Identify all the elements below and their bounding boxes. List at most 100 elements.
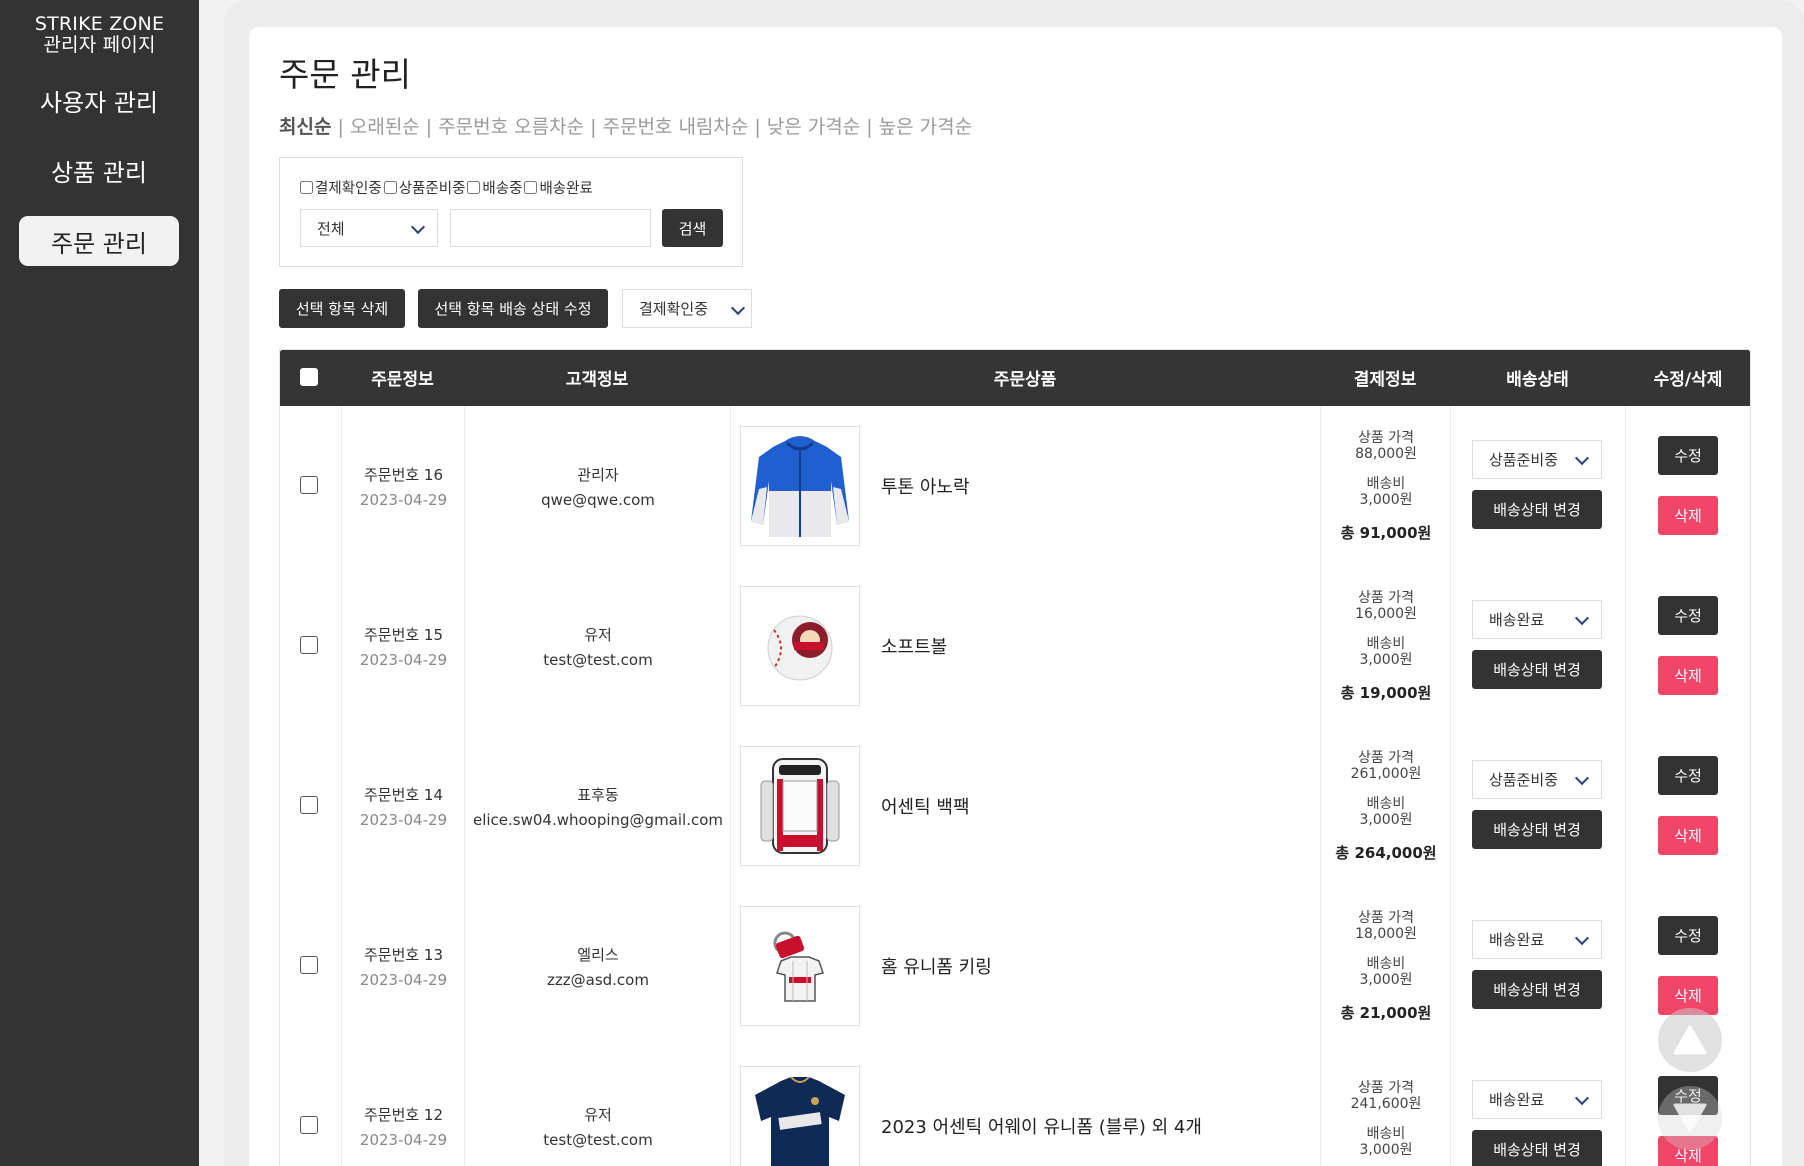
product-thumbnail[interactable] bbox=[740, 426, 860, 546]
customer-email: test@test.com bbox=[543, 650, 653, 669]
sort-oldest[interactable]: 오래된순 bbox=[350, 116, 420, 138]
filter-preparing-check[interactable]: 상품준비중 bbox=[383, 177, 465, 198]
header-customer-info: 고객정보 bbox=[565, 370, 629, 390]
product-thumbnail[interactable] bbox=[740, 746, 860, 866]
shipping-label: 배송비 bbox=[1366, 955, 1406, 972]
sort-price-high[interactable]: 높은 가격순 bbox=[879, 116, 972, 138]
bulk-status-select[interactable]: 결제확인중 bbox=[622, 289, 752, 328]
sort-order-desc[interactable]: 주문번호 내림차순 bbox=[602, 116, 748, 138]
delivery-status-select[interactable]: 상품준비중 bbox=[1472, 760, 1602, 799]
payment-info-cell: 상품 가격 241,600원 배송비 3,000원 bbox=[1321, 1046, 1451, 1166]
change-status-button[interactable]: 배송상태 변경 bbox=[1472, 810, 1602, 849]
row-checkbox[interactable] bbox=[300, 636, 318, 654]
search-button[interactable]: 검색 bbox=[662, 209, 723, 247]
row-checkbox[interactable] bbox=[300, 956, 318, 974]
checkbox[interactable] bbox=[383, 181, 397, 194]
search-input[interactable] bbox=[450, 209, 651, 247]
edit-button[interactable]: 수정 bbox=[1658, 916, 1718, 955]
change-status-button[interactable]: 배송상태 변경 bbox=[1472, 650, 1602, 689]
sidebar-item-products[interactable]: 상품 관리 bbox=[19, 145, 179, 195]
product-thumbnail[interactable] bbox=[740, 906, 860, 1026]
delivery-status-select[interactable]: 배송완료 bbox=[1472, 1080, 1602, 1119]
chevron-down-icon bbox=[1574, 770, 1590, 786]
header-order-info: 주문정보 bbox=[371, 370, 434, 390]
product-thumbnail[interactable] bbox=[740, 586, 860, 706]
arrow-up-icon bbox=[1673, 1025, 1707, 1055]
price-value: 261,000원 bbox=[1350, 765, 1422, 782]
table-row: 주문번호 14 2023-04-29 표후동 elice.sw04.whoopi… bbox=[280, 726, 1750, 886]
customer-info-cell: 유저 test@test.com bbox=[465, 566, 731, 726]
product-name[interactable]: 투톤 아노락 bbox=[881, 406, 970, 566]
sort-newest[interactable]: 최신순 bbox=[279, 116, 331, 138]
order-number: 주문번호 16 bbox=[363, 465, 444, 484]
checkbox[interactable] bbox=[300, 181, 313, 194]
edit-button[interactable]: 수정 bbox=[1658, 436, 1718, 475]
select-all-checkbox[interactable] bbox=[300, 368, 318, 386]
sort-separator: | bbox=[337, 116, 344, 138]
customer-email: test@test.com bbox=[543, 1130, 653, 1149]
edit-button[interactable]: 수정 bbox=[1658, 596, 1718, 635]
customer-name: 유저 bbox=[584, 1105, 612, 1124]
delivery-status-value: 상품준비중 bbox=[1489, 451, 1559, 469]
customer-name: 표후동 bbox=[577, 785, 619, 804]
scroll-to-bottom-button[interactable] bbox=[1658, 1086, 1722, 1150]
change-status-button[interactable]: 배송상태 변경 bbox=[1472, 1130, 1602, 1166]
order-info-cell: 주문번호 12 2023-04-29 bbox=[342, 1046, 465, 1166]
sort-order-asc[interactable]: 주문번호 오름차순 bbox=[438, 116, 584, 138]
row-checkbox[interactable] bbox=[300, 1116, 318, 1134]
product-name[interactable]: 2023 어센틱 어웨이 유니폼 (블루) 외 4개 bbox=[881, 1046, 1202, 1166]
product-name[interactable]: 어센틱 백팩 bbox=[881, 726, 970, 886]
order-date: 2023-04-29 bbox=[359, 810, 448, 829]
product-name[interactable]: 소프트볼 bbox=[881, 566, 947, 726]
filter-payment-check[interactable]: 결제확인중 bbox=[300, 177, 382, 198]
baseball-image bbox=[767, 615, 833, 681]
order-number: 주문번호 15 bbox=[363, 625, 444, 644]
update-selected-status-button[interactable]: 선택 항목 배송 상태 수정 bbox=[418, 289, 608, 328]
total-price: 총 19,000원 bbox=[1340, 683, 1432, 702]
header-product: 주문상품 bbox=[993, 370, 1057, 390]
customer-info-cell: 관리자 qwe@qwe.com bbox=[465, 406, 731, 566]
sidebar: STRIKE ZONE 관리자 페이지 사용자 관리 상품 관리 주문 관리 bbox=[0, 0, 199, 1166]
checkbox[interactable] bbox=[467, 181, 481, 194]
sort-separator: | bbox=[425, 116, 433, 138]
delete-button[interactable]: 삭제 bbox=[1658, 496, 1718, 535]
checkbox[interactable] bbox=[524, 181, 538, 194]
edit-button[interactable]: 수정 bbox=[1658, 756, 1718, 795]
total-price: 총 21,000원 bbox=[1340, 1003, 1432, 1022]
checkbox-label: 배송완료 bbox=[539, 181, 593, 197]
sidebar-item-users[interactable]: 사용자 관리 bbox=[19, 75, 179, 125]
delivery-status-select[interactable]: 배송완료 bbox=[1472, 920, 1602, 959]
product-name[interactable]: 홈 유니폼 키링 bbox=[881, 886, 992, 1046]
price-value: 18,000원 bbox=[1355, 925, 1417, 942]
order-date: 2023-04-29 bbox=[359, 650, 448, 669]
orders-table: 주문정보 고객정보 주문상품 결제정보 배송상태 수정/삭제 주문번호 16 2… bbox=[279, 349, 1751, 1166]
customer-email: qwe@qwe.com bbox=[541, 490, 655, 509]
filter-delivered-check[interactable]: 배송완료 bbox=[524, 177, 593, 198]
jacket-image bbox=[751, 436, 849, 537]
delivery-status-select[interactable]: 배송완료 bbox=[1472, 600, 1602, 639]
filter-shipping-check[interactable]: 배송중 bbox=[467, 177, 522, 198]
sort-price-low[interactable]: 낮은 가격순 bbox=[767, 116, 860, 138]
customer-email: zzz@asd.com bbox=[547, 970, 649, 989]
delivery-status-select[interactable]: 상품준비중 bbox=[1472, 440, 1602, 479]
customer-email: elice.sw04.whooping@gmail.com bbox=[472, 810, 724, 829]
order-info-cell: 주문번호 16 2023-04-29 bbox=[342, 406, 465, 566]
search-field-select[interactable]: 전체 bbox=[300, 209, 438, 247]
delete-button[interactable]: 삭제 bbox=[1658, 816, 1718, 855]
price-label: 상품 가격 bbox=[1358, 1080, 1414, 1096]
row-checkbox[interactable] bbox=[300, 476, 318, 494]
change-status-button[interactable]: 배송상태 변경 bbox=[1472, 490, 1602, 529]
customer-name: 엘리스 bbox=[577, 945, 619, 964]
delete-button[interactable]: 삭제 bbox=[1658, 656, 1718, 695]
shipping-label: 배송비 bbox=[1366, 1126, 1406, 1142]
change-status-button[interactable]: 배송상태 변경 bbox=[1472, 970, 1602, 1009]
price-label: 상품 가격 bbox=[1358, 589, 1414, 606]
shipping-value: 3,000원 bbox=[1359, 811, 1413, 828]
sidebar-item-orders[interactable]: 주문 관리 bbox=[19, 216, 179, 266]
delete-selected-button[interactable]: 선택 항목 삭제 bbox=[279, 289, 405, 328]
brand-logo[interactable]: STRIKE ZONE 관리자 페이지 bbox=[0, 0, 199, 56]
row-checkbox[interactable] bbox=[300, 796, 318, 814]
scroll-to-top-button[interactable] bbox=[1658, 1008, 1722, 1072]
product-thumbnail[interactable] bbox=[740, 1066, 860, 1166]
status-filter-checks: 결제확인중 상품준비중 배송중 배송완료 bbox=[300, 177, 595, 198]
